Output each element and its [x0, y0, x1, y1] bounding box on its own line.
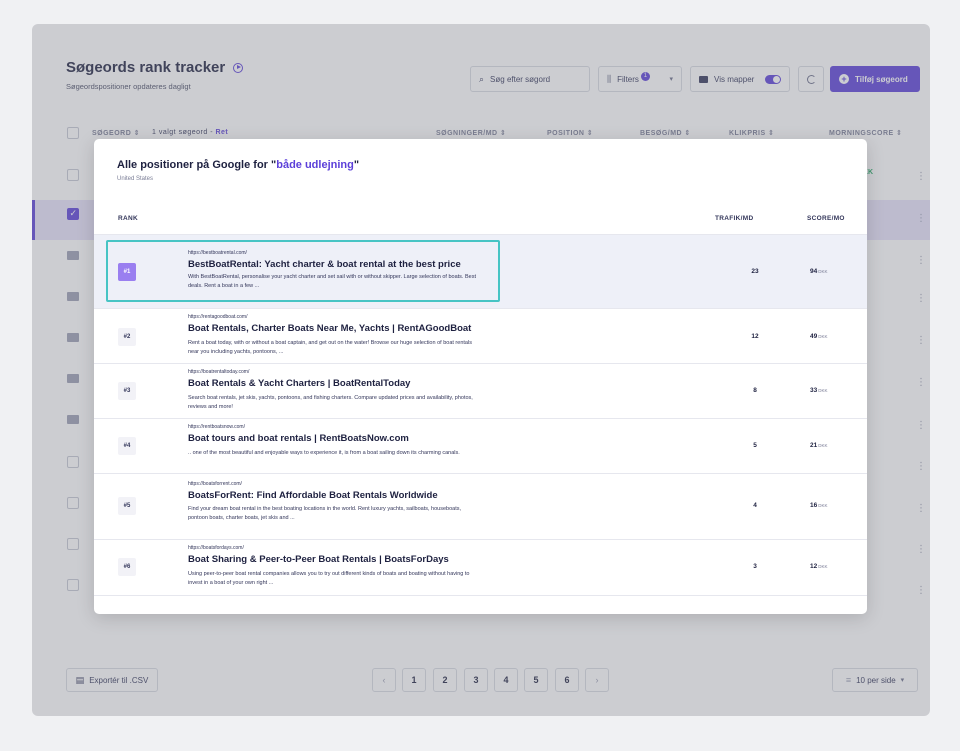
result-score-value: 33 [810, 387, 818, 394]
top-result-highlight [106, 240, 500, 302]
result-description: Search boat rentals, jet skis, yachts, p… [188, 395, 473, 410]
result-row[interactable]: #2 https://rentagoodboat.com/ Boat Renta… [94, 309, 867, 364]
result-title[interactable]: Boat Rentals & Yacht Charters | BoatRent… [188, 378, 410, 389]
result-url[interactable]: https://rentboatsnow.com/ [188, 424, 245, 430]
result-score: 16DKK [810, 502, 828, 509]
col-traffic: TRAFIK/MD [715, 215, 754, 222]
result-score-value: 12 [810, 563, 818, 570]
rank-badge: #2 [118, 328, 136, 346]
rank-badge: #5 [118, 497, 136, 515]
result-traffic: 3 [753, 563, 757, 570]
result-traffic: 8 [753, 387, 757, 394]
result-score: 94DKK [810, 268, 828, 275]
result-description: Using peer-to-peer boat rental companies… [188, 571, 470, 586]
result-row[interactable]: #4 https://rentboatsnow.com/ Boat tours … [94, 419, 867, 474]
result-description: Rent a boat today, with or without a boa… [188, 340, 472, 355]
result-score: 33DKK [810, 387, 828, 394]
result-title[interactable]: Boat tours and boat rentals | RentBoatsN… [188, 433, 409, 444]
result-traffic: 4 [753, 502, 757, 509]
result-title[interactable]: Boat Sharing & Peer-to-Peer Boat Rentals… [188, 554, 449, 565]
result-traffic: 23 [751, 268, 759, 275]
modal-country: United States [117, 176, 154, 182]
modal-title-suffix: " [353, 159, 360, 171]
result-description: Find your dream boat rental in the best … [188, 506, 462, 521]
rank-badge: #6 [118, 558, 136, 576]
result-url[interactable]: https://boatsforrent.com/ [188, 481, 242, 487]
col-rank: RANK [118, 215, 138, 222]
result-score: 12DKK [810, 563, 828, 570]
rank-badge: #4 [118, 437, 136, 455]
result-url[interactable]: https://boatrentaltoday.com/ [188, 369, 249, 375]
result-score-value: 94 [810, 268, 818, 275]
positions-modal: Alle positioner på Google for "både udle… [94, 139, 867, 614]
result-title[interactable]: Boat Rentals, Charter Boats Near Me, Yac… [188, 323, 471, 334]
result-score-value: 49 [810, 333, 818, 340]
modal-title-prefix: Alle positioner på Google for " [117, 159, 277, 171]
rank-badge: #3 [118, 382, 136, 400]
result-score-value: 21 [810, 442, 818, 449]
result-description: .. one of the most beautiful and enjoyab… [188, 450, 460, 456]
result-traffic: 12 [751, 333, 759, 340]
currency-label: DKK [818, 564, 828, 569]
modal-keyword: både udlejning [276, 159, 354, 171]
result-url[interactable]: https://rentagoodboat.com/ [188, 314, 247, 320]
result-traffic: 5 [753, 442, 757, 449]
result-score: 21DKK [810, 442, 828, 449]
result-row[interactable]: #3 https://boatrentaltoday.com/ Boat Ren… [94, 364, 867, 419]
currency-label: DKK [818, 334, 828, 339]
result-title[interactable]: BoatsForRent: Find Affordable Boat Renta… [188, 490, 438, 501]
result-score: 49DKK [810, 333, 828, 340]
result-url[interactable]: https://boatsfordays.com/ [188, 545, 244, 551]
result-row[interactable]: #6 https://boatsfordays.com/ Boat Sharin… [94, 540, 867, 596]
result-score-value: 16 [810, 502, 818, 509]
result-row[interactable]: #5 https://boatsforrent.com/ BoatsForRen… [94, 474, 867, 540]
currency-label: DKK [818, 269, 828, 274]
currency-label: DKK [818, 388, 828, 393]
col-score-mo: SCORE/MO [807, 215, 845, 222]
modal-title: Alle positioner på Google for "både udle… [117, 159, 359, 171]
currency-label: DKK [818, 503, 828, 508]
currency-label: DKK [818, 443, 828, 448]
